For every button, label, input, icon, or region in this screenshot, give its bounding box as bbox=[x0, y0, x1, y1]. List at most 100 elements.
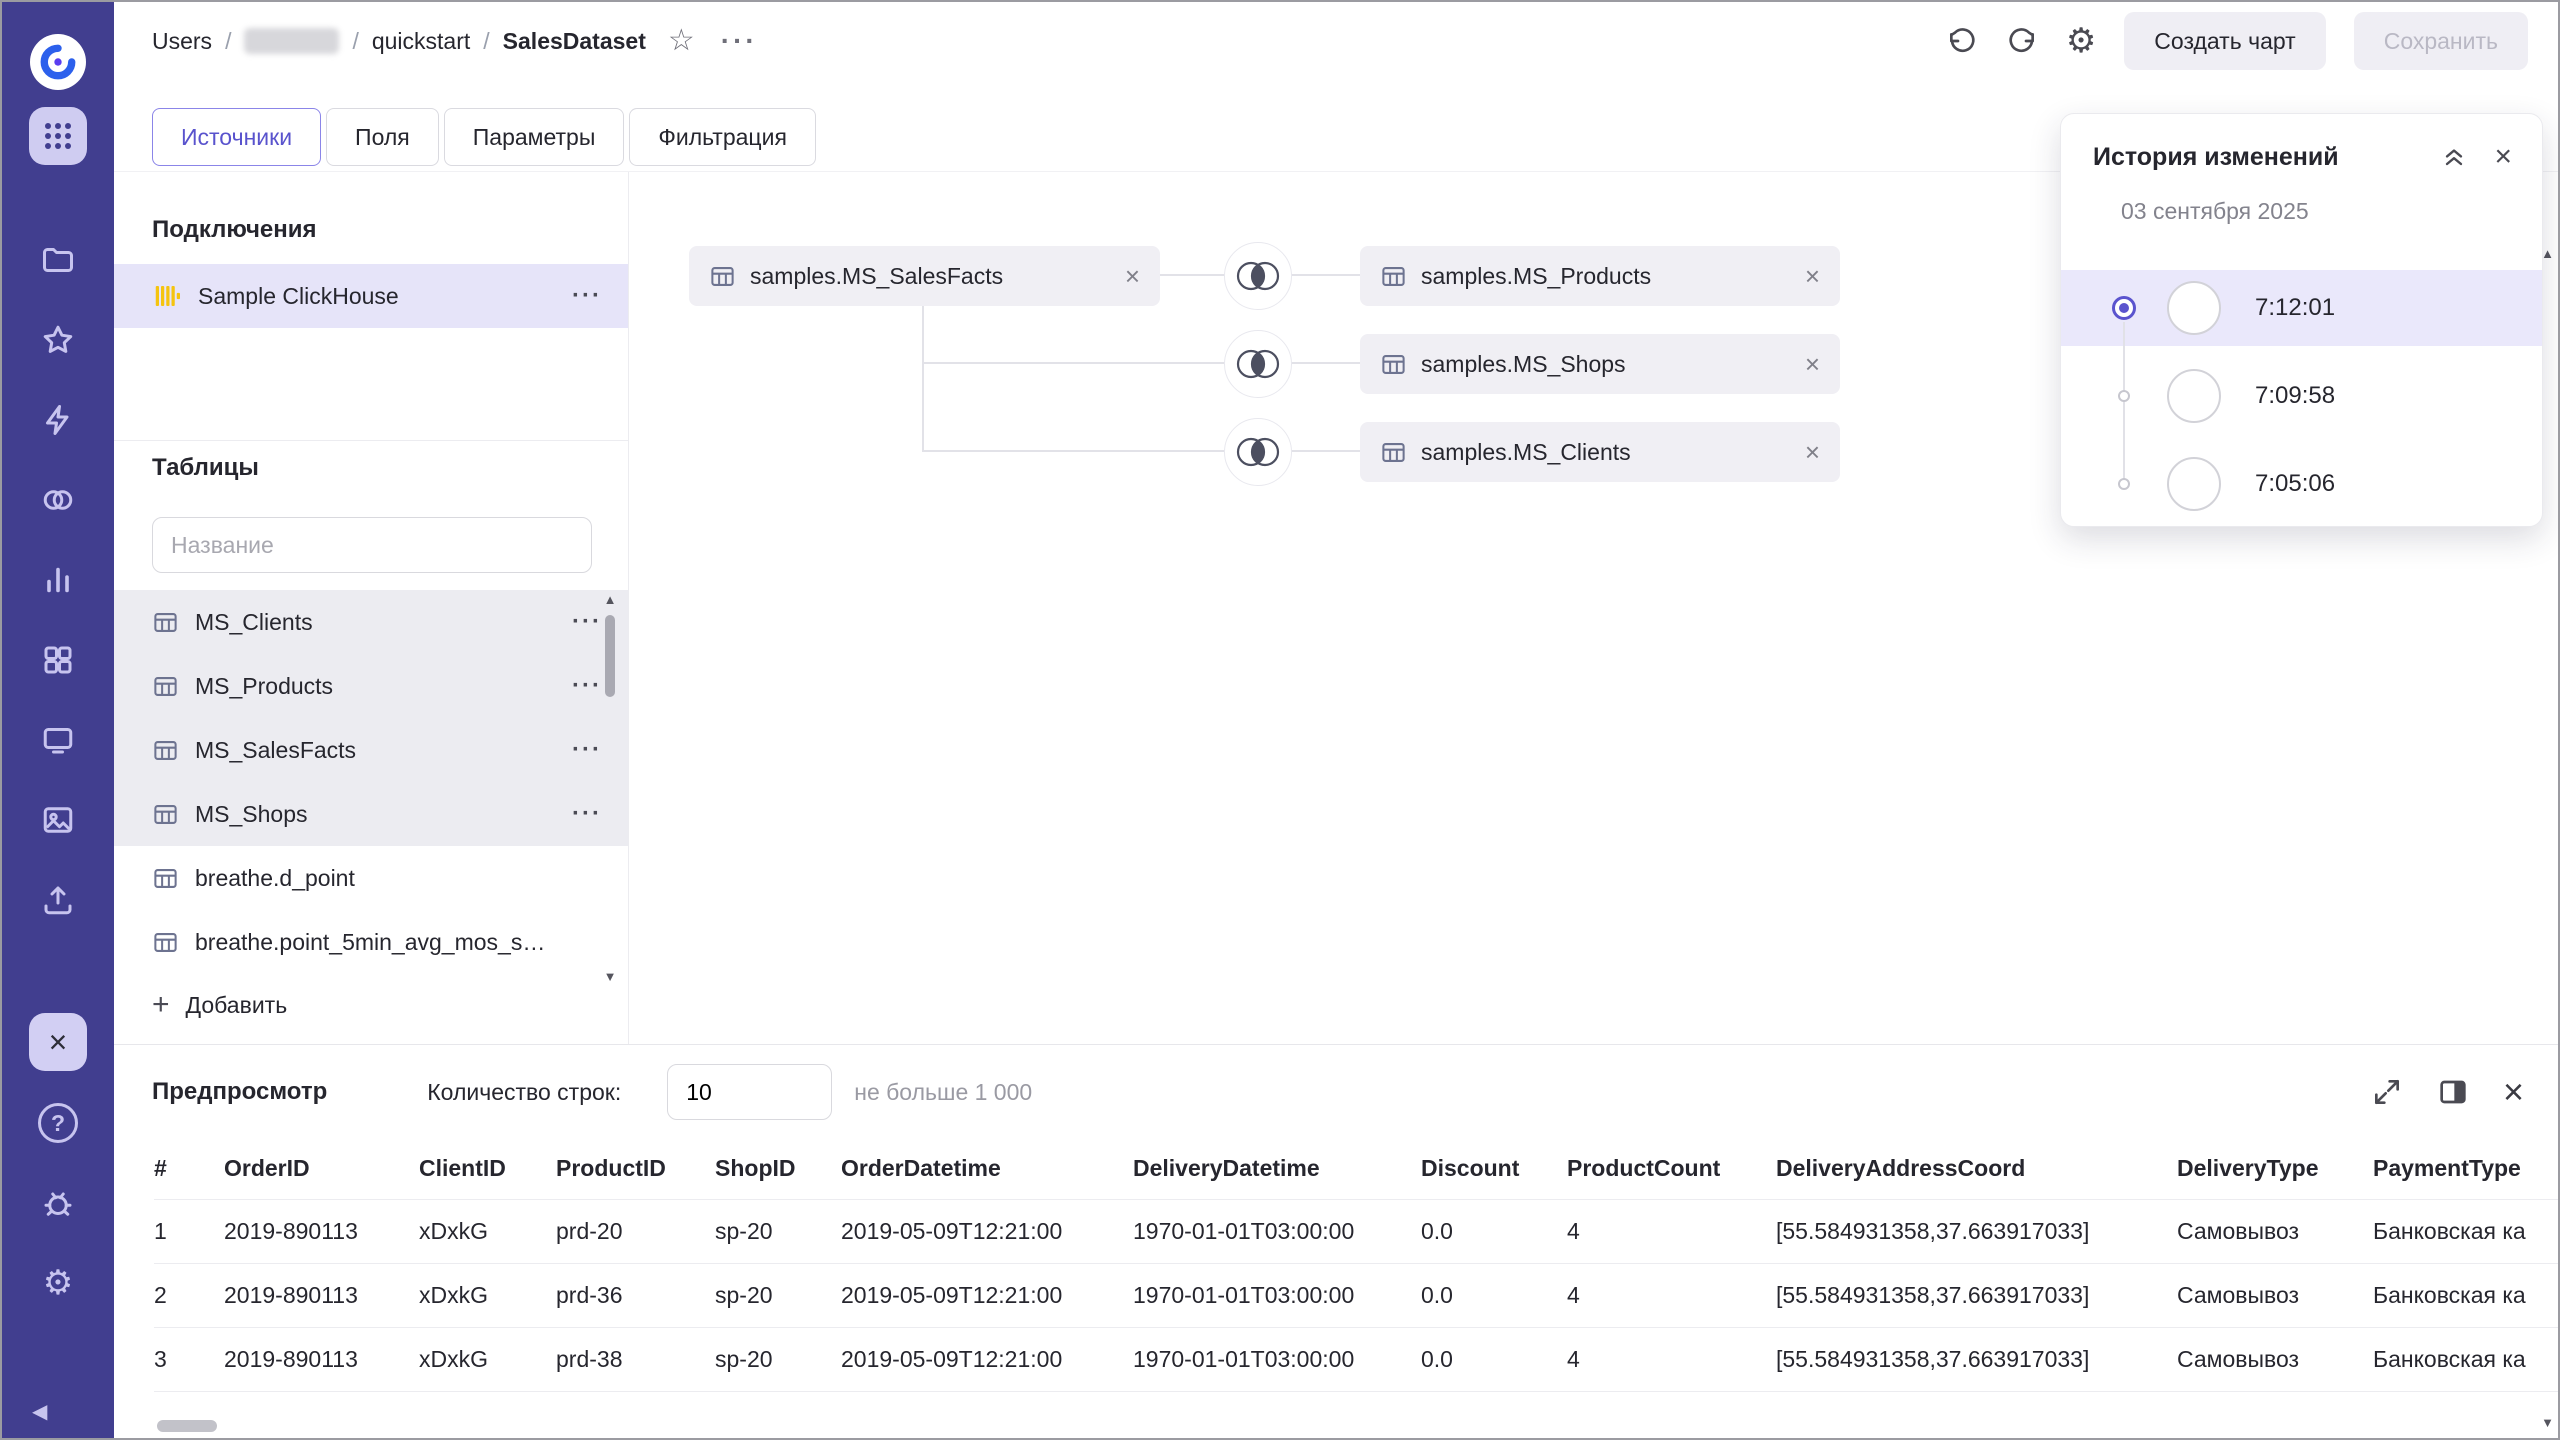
tab-fields[interactable]: Поля bbox=[326, 108, 439, 166]
join-icon-clients[interactable] bbox=[1224, 418, 1292, 486]
redo-icon[interactable] bbox=[2006, 25, 2038, 57]
clickhouse-icon bbox=[152, 281, 182, 311]
split-view-icon[interactable] bbox=[2437, 1076, 2469, 1108]
column-header[interactable]: DeliveryDatetime bbox=[1133, 1139, 1421, 1199]
tables-scrollbar[interactable]: ▲ ▼ bbox=[602, 592, 618, 984]
app-switcher-button[interactable] bbox=[29, 107, 87, 165]
sidebar-collapse-icon[interactable]: ◀ bbox=[32, 1399, 47, 1424]
cell: sp-20 bbox=[715, 1327, 841, 1391]
sidebar-nav bbox=[26, 228, 90, 948]
save-button[interactable]: Сохранить bbox=[2354, 12, 2528, 70]
tab-filtering[interactable]: Фильтрация bbox=[629, 108, 816, 166]
breadcrumb-quickstart[interactable]: quickstart bbox=[372, 28, 470, 55]
connections-bolt-icon[interactable] bbox=[26, 388, 90, 452]
history-entry[interactable]: 7:12:01 bbox=[2061, 270, 2542, 346]
table-item-breathe-d-point[interactable]: breathe.d_point bbox=[114, 846, 628, 910]
join-icon-products[interactable] bbox=[1224, 242, 1292, 310]
table-menu-icon[interactable]: ··· bbox=[572, 608, 602, 636]
column-header[interactable]: OrderDatetime bbox=[841, 1139, 1133, 1199]
expand-preview-icon[interactable] bbox=[2371, 1076, 2403, 1108]
close-preview-icon[interactable]: × bbox=[2503, 1074, 2524, 1110]
breadcrumb-users[interactable]: Users bbox=[152, 28, 212, 55]
upload-icon[interactable] bbox=[26, 868, 90, 932]
column-header[interactable]: DeliveryType bbox=[2177, 1139, 2373, 1199]
tables-title: Таблицы bbox=[152, 454, 259, 482]
remove-source-icon[interactable]: × bbox=[1125, 263, 1140, 289]
table-menu-icon[interactable]: ··· bbox=[572, 736, 602, 764]
create-chart-button[interactable]: Создать чарт bbox=[2124, 12, 2325, 70]
remove-source-icon[interactable]: × bbox=[1805, 351, 1820, 377]
settings-gear-icon[interactable]: ⚙ bbox=[26, 1251, 90, 1315]
table-menu-icon[interactable]: ··· bbox=[572, 672, 602, 700]
datasets-rings-icon[interactable] bbox=[26, 468, 90, 532]
table-icon bbox=[152, 801, 179, 828]
column-header[interactable]: ProductID bbox=[556, 1139, 715, 1199]
favorite-star-icon[interactable]: ☆ bbox=[668, 26, 695, 56]
column-header[interactable]: PaymentType bbox=[2373, 1139, 2558, 1199]
source-node-salesfacts[interactable]: samples.MS_SalesFacts × bbox=[689, 246, 1160, 306]
tab-parameters[interactable]: Параметры bbox=[444, 108, 625, 166]
cell: Банковская ка bbox=[2373, 1327, 2558, 1391]
favorites-star-icon[interactable] bbox=[26, 308, 90, 372]
table-item-breathe-point-5min[interactable]: breathe.point_5min_avg_mos_s… bbox=[114, 910, 628, 974]
workbooks-folder-icon[interactable] bbox=[26, 228, 90, 292]
row-count-input[interactable] bbox=[667, 1064, 832, 1120]
table-item-ms-clients[interactable]: MS_Clients ··· bbox=[114, 590, 628, 654]
presentations-monitor-icon[interactable] bbox=[26, 708, 90, 772]
bug-report-icon[interactable] bbox=[26, 1171, 90, 1235]
sidebar-close-button[interactable]: × bbox=[29, 1013, 87, 1071]
table-item-ms-products[interactable]: MS_Products ··· bbox=[114, 654, 628, 718]
column-header[interactable]: ShopID bbox=[715, 1139, 841, 1199]
datalens-logo[interactable] bbox=[30, 34, 86, 90]
tables-search-input[interactable] bbox=[152, 517, 592, 573]
table-item-ms-shops[interactable]: MS_Shops ··· bbox=[114, 782, 628, 846]
close-icon: × bbox=[49, 1024, 68, 1061]
history-entry[interactable]: 7:09:58 bbox=[2061, 358, 2542, 434]
table-icon bbox=[152, 865, 179, 892]
history-entry[interactable]: 7:05:06 bbox=[2061, 446, 2542, 522]
source-node-shops[interactable]: samples.MS_Shops × bbox=[1360, 334, 1840, 394]
preview-panel: Предпросмотр Количество строк: не больше… bbox=[114, 1044, 2558, 1438]
dataset-settings-gear-icon[interactable]: ⚙ bbox=[2066, 21, 2096, 61]
source-node-products[interactable]: samples.MS_Products × bbox=[1360, 246, 1840, 306]
remove-source-icon[interactable]: × bbox=[1805, 263, 1820, 289]
column-header[interactable]: # bbox=[154, 1139, 224, 1199]
collapse-up-icon[interactable] bbox=[2440, 143, 2468, 171]
help-icon[interactable]: ? bbox=[26, 1091, 90, 1155]
radio-selected-icon[interactable] bbox=[2112, 296, 2136, 320]
column-header[interactable]: ClientID bbox=[419, 1139, 556, 1199]
undo-icon[interactable] bbox=[1946, 25, 1978, 57]
relation-line bbox=[923, 362, 1360, 364]
timeline-dot-icon[interactable] bbox=[2118, 390, 2130, 402]
column-header[interactable]: DeliveryAddressCoord bbox=[1776, 1139, 2177, 1199]
panel-divider bbox=[114, 440, 628, 441]
tables-scrollbar-thumb[interactable] bbox=[605, 615, 615, 697]
column-header[interactable]: ProductCount bbox=[1567, 1139, 1776, 1199]
timeline-dot-icon[interactable] bbox=[2118, 478, 2130, 490]
scroll-down-icon[interactable]: ▼ bbox=[604, 969, 617, 984]
add-table-button[interactable]: + Добавить bbox=[152, 990, 287, 1020]
close-icon[interactable]: × bbox=[2494, 140, 2512, 174]
join-icon-shops[interactable] bbox=[1224, 330, 1292, 398]
column-header[interactable]: Discount bbox=[1421, 1139, 1567, 1199]
tab-sources[interactable]: Источники bbox=[152, 108, 321, 166]
connection-menu-icon[interactable]: ··· bbox=[572, 282, 602, 310]
connection-item-sample-clickhouse[interactable]: Sample ClickHouse ··· bbox=[114, 264, 628, 328]
table-icon bbox=[1380, 351, 1407, 378]
table-item-ms-salesfacts[interactable]: MS_SalesFacts ··· bbox=[114, 718, 628, 782]
source-node-clients[interactable]: samples.MS_Clients × bbox=[1360, 422, 1840, 482]
column-header[interactable]: OrderID bbox=[224, 1139, 419, 1199]
charts-bar-icon[interactable] bbox=[26, 548, 90, 612]
cell: Самовывоз bbox=[2177, 1263, 2373, 1327]
page-scroll-up-icon[interactable]: ▲ bbox=[2541, 246, 2554, 261]
cell: 0.0 bbox=[1421, 1263, 1567, 1327]
media-photo-icon[interactable] bbox=[26, 788, 90, 852]
dashboards-grid-icon[interactable] bbox=[26, 628, 90, 692]
page-scroll-down-icon[interactable]: ▼ bbox=[2541, 1415, 2554, 1430]
horizontal-scrollbar-thumb[interactable] bbox=[157, 1420, 217, 1432]
scroll-up-icon[interactable]: ▲ bbox=[604, 592, 617, 607]
remove-source-icon[interactable]: × bbox=[1805, 439, 1820, 465]
more-actions-icon[interactable]: ··· bbox=[721, 27, 758, 55]
table-menu-icon[interactable]: ··· bbox=[572, 800, 602, 828]
breadcrumb-redacted-item[interactable] bbox=[244, 28, 339, 54]
